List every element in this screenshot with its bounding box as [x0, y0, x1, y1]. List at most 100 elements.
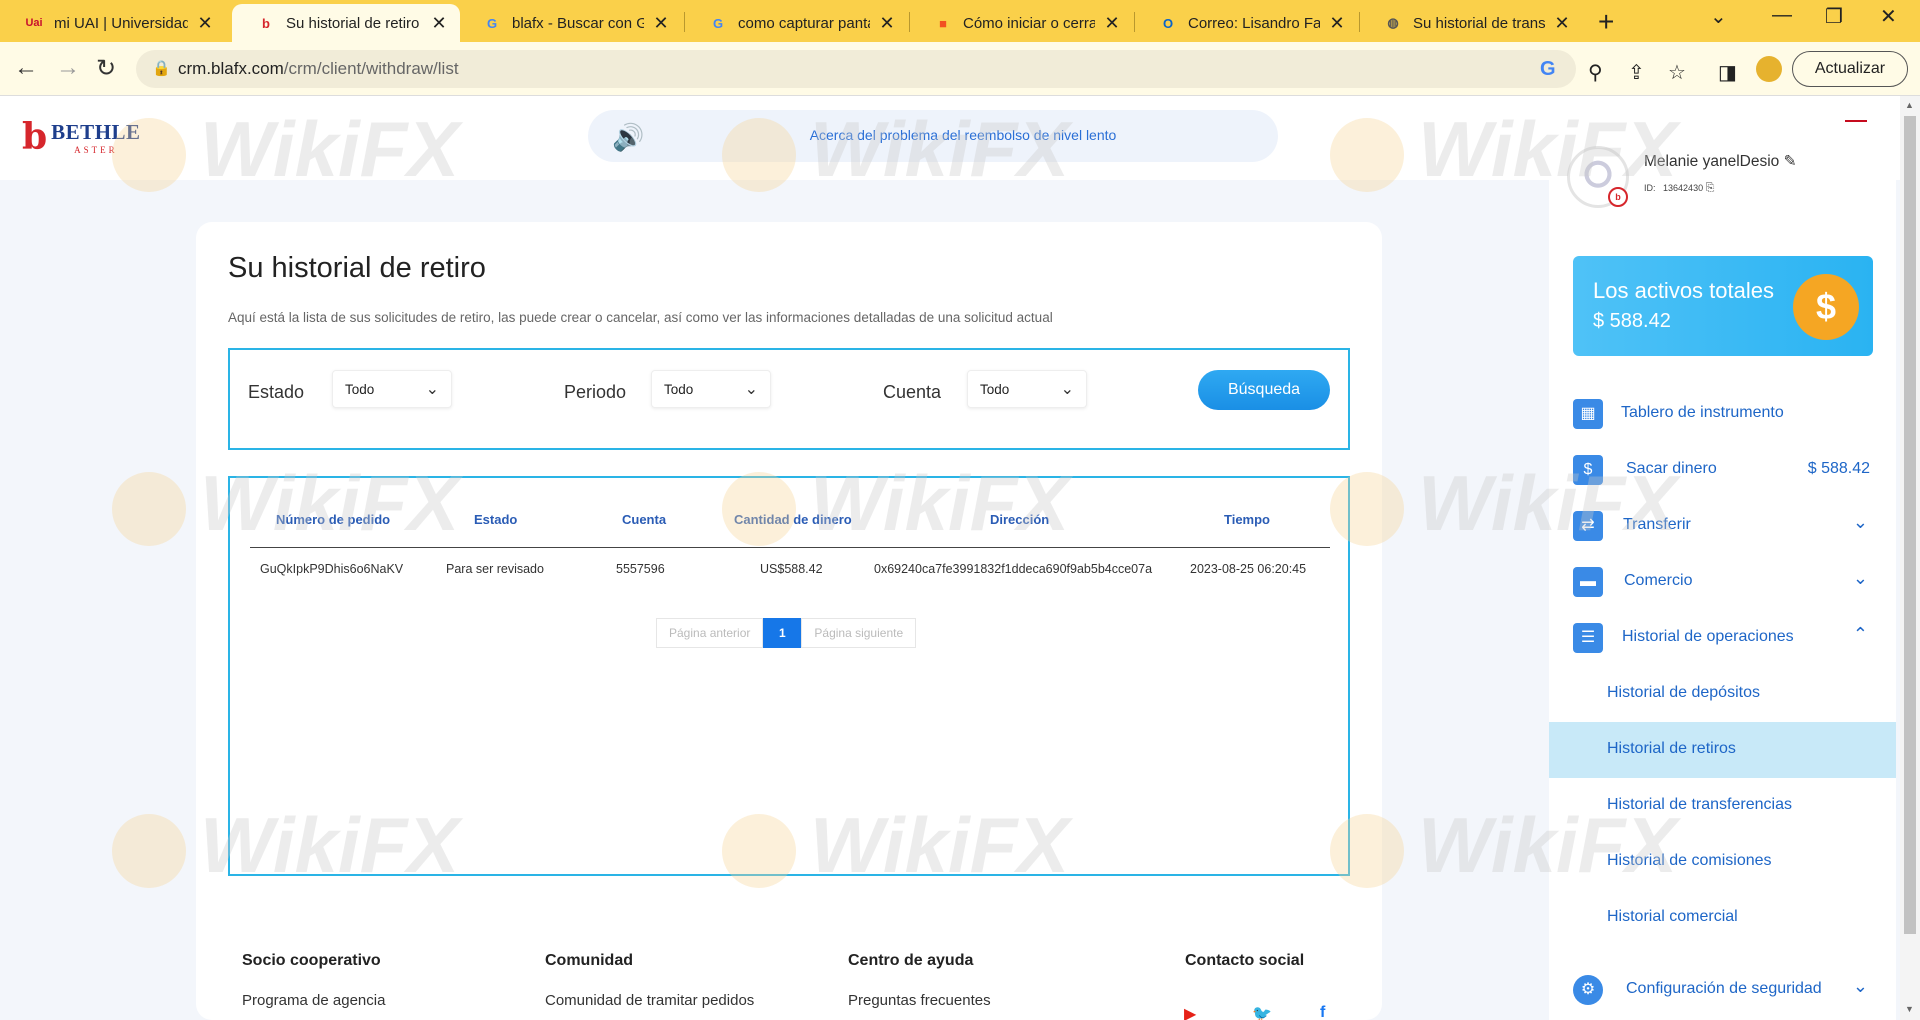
tab-title: Correo: Lisandro Farir [1188, 14, 1320, 32]
bookmark-star-icon[interactable]: ☆ [1668, 60, 1686, 85]
profile-avatar[interactable] [1756, 56, 1782, 82]
cell-status: Para ser revisado [446, 562, 544, 576]
cuenta-value: Todo [980, 382, 1010, 397]
chevron-down-icon: ⌄ [1852, 976, 1868, 996]
page-1-button[interactable]: 1 [763, 618, 802, 648]
notice-banner[interactable]: 🔊 Acerca del problema del reembolso de n… [588, 110, 1278, 162]
cell-amount: US$588.42 [760, 562, 823, 576]
footer-col-partner: Socio cooperativo Programa de agencia [242, 952, 385, 1009]
cuenta-select[interactable]: Todo ⌄ [967, 370, 1087, 408]
zoom-icon[interactable]: ⚲ [1588, 60, 1603, 85]
youtube-icon[interactable]: ▶ [1184, 1004, 1196, 1020]
commerce-icon: ▬ [1573, 567, 1603, 597]
scroll-up-icon[interactable]: ▲ [1905, 100, 1914, 110]
edit-pencil-icon[interactable]: ✎ [1784, 153, 1797, 170]
update-button[interactable]: Actualizar [1792, 51, 1908, 87]
tab-outlook[interactable]: O Correo: Lisandro Farir ✕ [1134, 4, 1358, 42]
footer-link[interactable]: Comunidad de tramitar pedidos [545, 992, 754, 1009]
chevron-down-icon: ⌄ [1852, 568, 1868, 588]
url-bar[interactable]: 🔒 crm.blafx.com/crm/client/withdraw/list… [136, 50, 1576, 88]
new-tab-icon[interactable]: + [1598, 6, 1614, 38]
close-icon[interactable]: ✕ [196, 13, 214, 34]
close-icon[interactable]: ✕ [1328, 13, 1346, 34]
sidebar-subitem-label: Historial de transferencias [1607, 796, 1792, 813]
copy-icon[interactable]: ⎘ [1706, 182, 1715, 194]
estado-select[interactable]: Todo ⌄ [332, 370, 452, 408]
minimize-icon[interactable]: — [1772, 4, 1792, 27]
facebook-icon[interactable]: f [1320, 1004, 1325, 1020]
tab-microsoft[interactable]: ■ Cómo iniciar o cerrar ✕ [909, 4, 1133, 42]
col-header-status: Estado [474, 512, 518, 527]
sidebar-item-security[interactable]: ⚙ Configuración de seguridad ⌄ [1549, 962, 1896, 1018]
scrollbar-thumb[interactable] [1904, 116, 1916, 934]
periodo-value: Todo [664, 382, 694, 397]
cell-order-number: GuQkIpkP9Dhis6o6NaKV [260, 562, 404, 576]
close-icon[interactable]: ✕ [652, 13, 670, 34]
footer-heading: Comunidad [545, 952, 633, 969]
close-icon[interactable]: ✕ [1103, 13, 1121, 34]
tab-withdraw-history[interactable]: b Su historial de retiro ✕ [232, 4, 460, 42]
sidebar-subitem-commissions[interactable]: Historial de comisiones [1549, 834, 1896, 890]
chevron-down-icon: ⌄ [425, 381, 439, 398]
notice-text[interactable]: Acerca del problema del reembolso de niv… [588, 127, 1278, 143]
footer-heading: Contacto social [1185, 952, 1305, 969]
google-lens-icon[interactable]: G [1540, 58, 1556, 81]
tab-uai[interactable]: Uai mi UAI | Universidad A ✕ [0, 4, 226, 42]
close-icon[interactable]: ✕ [1553, 13, 1571, 34]
back-icon[interactable]: ← [14, 54, 38, 82]
footer-link[interactable]: Programa de agencia [242, 992, 385, 1009]
tab-search-chevron-icon[interactable]: ⌄ [1710, 4, 1727, 29]
chevron-down-icon: ⌄ [1060, 381, 1074, 398]
col-header-amount: Cantidad de dinero [734, 512, 852, 527]
sidebar-subitem-label: Historial de retiros [1607, 740, 1736, 757]
tab-title: Cómo iniciar o cerrar [963, 14, 1095, 32]
periodo-select[interactable]: Todo ⌄ [651, 370, 771, 408]
footer-link[interactable]: Preguntas frecuentes [848, 992, 991, 1009]
scroll-down-icon[interactable]: ▼ [1905, 1004, 1914, 1014]
sidebar-subitem-label: Historial de comisiones [1607, 852, 1772, 869]
sidebar-item-label: Sacar dinero [1626, 460, 1717, 477]
sidebar-item-history[interactable]: ☰ Historial de operaciones ⌃ [1549, 610, 1896, 666]
forward-icon[interactable]: → [56, 54, 80, 82]
watermark-logo-icon [112, 472, 186, 547]
restore-icon[interactable]: ❐ [1825, 4, 1843, 29]
gear-icon: ⚙ [1573, 975, 1603, 1005]
footer-col-social: Contacto social [1185, 952, 1304, 970]
url-host: crm.blafx.com [178, 59, 284, 78]
share-icon[interactable]: ⇪ [1628, 60, 1645, 85]
close-icon[interactable]: ✕ [878, 13, 896, 34]
search-button[interactable]: Búsqueda [1198, 370, 1330, 410]
user-avatar[interactable]: b [1567, 146, 1629, 208]
sidebar-item-withdraw[interactable]: $ Sacar dinero $ 588.42 [1549, 442, 1896, 498]
next-page-button[interactable]: Página siguiente [801, 618, 917, 648]
page-description: Aquí está la lista de sus solicitudes de… [228, 310, 1053, 325]
site-logo[interactable]: b BETHLE ASTER [22, 116, 141, 158]
account-sidebar: b Melanie yanelDesio ✎ ID: 13642430 ⎘ Lo… [1549, 122, 1896, 1020]
sidebar-item-commerce[interactable]: ▬ Comercio ⌄ [1549, 554, 1896, 610]
side-panel-icon[interactable]: ◨ [1718, 60, 1737, 85]
withdraw-history-card: Su historial de retiro Aquí está la list… [196, 222, 1382, 1020]
lock-icon[interactable]: 🔒 [152, 59, 171, 77]
url-text[interactable]: crm.blafx.com/crm/client/withdraw/list [178, 59, 459, 79]
tab-google-search[interactable]: G blafx - Buscar con Goo ✕ [458, 4, 682, 42]
page-scrollbar[interactable]: ▲ ▼ [1900, 96, 1920, 1020]
footer-heading: Socio cooperativo [242, 952, 381, 969]
reload-icon[interactable]: ↻ [96, 54, 116, 83]
sidebar-subitem-withdrawals[interactable]: Historial de retiros [1549, 722, 1896, 778]
sidebar-item-transfer[interactable]: ⇄ Transferir ⌄ [1549, 498, 1896, 554]
sidebar-subitem-transfers[interactable]: Historial de transferencias [1549, 778, 1896, 834]
tab-google-capture[interactable]: G como capturar pantal ✕ [684, 4, 908, 42]
footer-heading: Centro de ayuda [848, 952, 974, 969]
sidebar-item-label: Historial de operaciones [1622, 628, 1794, 645]
logo-mark-icon: b [22, 116, 48, 158]
twitter-icon[interactable]: 🐦 [1252, 1004, 1272, 1020]
sidebar-subitem-deposits[interactable]: Historial de depósitos [1549, 666, 1896, 722]
google-favicon-icon: G [486, 15, 498, 31]
close-icon[interactable]: ✕ [430, 13, 448, 34]
tab-transfer-history[interactable]: ◍ Su historial de transfe ✕ [1359, 4, 1583, 42]
prev-page-button[interactable]: Página anterior [656, 618, 764, 648]
close-window-icon[interactable]: ✕ [1880, 4, 1897, 29]
sidebar-item-dashboard[interactable]: ▦ Tablero de instrumento [1549, 386, 1896, 442]
outlook-favicon-icon: O [1162, 15, 1174, 31]
sidebar-subitem-trading[interactable]: Historial comercial [1549, 890, 1896, 946]
